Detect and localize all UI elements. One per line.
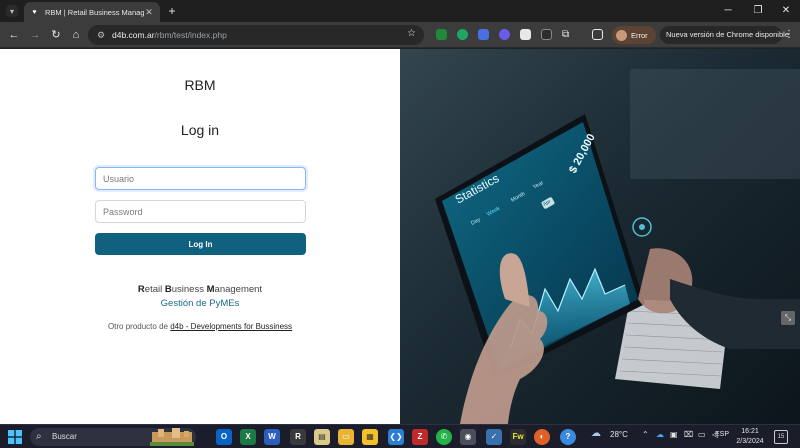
vscode-icon[interactable]: ❮❯ (388, 429, 404, 445)
minimize-icon[interactable]: ─ (716, 2, 740, 20)
scroll-to-top-icon[interactable]: ⤡ (781, 311, 795, 325)
tab-search-icon[interactable]: ▾ (6, 5, 18, 17)
help-icon[interactable]: ? (560, 429, 576, 445)
taskbar-search[interactable]: ⌕ Buscar (30, 428, 196, 446)
avatar (616, 29, 627, 41)
tab-close-icon[interactable]: ✕ (144, 7, 154, 18)
tagline-rbm: Retail Business Management (137, 284, 263, 295)
brand-title: RBM (184, 77, 216, 93)
extension-dark-icon[interactable] (541, 29, 552, 40)
weather-temp[interactable]: 28°C (610, 430, 628, 439)
whatsapp-icon[interactable]: ✆ (436, 429, 452, 445)
teams-icon[interactable]: ✓ (486, 429, 502, 445)
firefox-icon[interactable]: ◐ (534, 429, 550, 445)
tagline-pymes: Gestión de PyMEs (160, 298, 240, 309)
clock[interactable]: 16:21 2/3/2024 (732, 427, 768, 447)
restore-icon[interactable]: ❐ (746, 2, 770, 20)
usb-icon[interactable]: ⌧ (684, 430, 693, 439)
bookmark-star-icon[interactable]: ☆ (407, 28, 416, 39)
network-icon[interactable]: ▭ (698, 430, 706, 439)
notifications-icon[interactable]: 15 (774, 430, 788, 444)
reload-icon[interactable]: ↻ (48, 27, 64, 43)
extension-screen-icon[interactable] (478, 29, 489, 40)
new-tab-icon[interactable]: + (165, 3, 179, 19)
extension-shield-icon[interactable] (457, 29, 468, 40)
clock-time: 16:21 (741, 428, 759, 435)
password-input[interactable] (95, 200, 306, 223)
page-content: RBM Log in Log In Retail Business Manage… (0, 49, 800, 424)
extension-green-icon[interactable] (436, 29, 447, 40)
notes-icon[interactable]: ▤ (314, 429, 330, 445)
tray-box-icon[interactable]: ▣ (670, 430, 678, 439)
login-panel: RBM Log in Log In Retail Business Manage… (0, 49, 400, 424)
forward-icon[interactable]: → (27, 27, 43, 43)
extension-qr-icon[interactable] (520, 29, 531, 40)
excel-icon[interactable]: X (240, 429, 256, 445)
extensions-puzzle-icon[interactable]: ⧉ (562, 29, 573, 40)
home-icon[interactable]: ⌂ (68, 27, 84, 43)
hero-image: Statistics $ 20,000 Day Week Month Year … (400, 49, 800, 424)
login-button[interactable]: Log In (95, 233, 306, 255)
filezilla-icon[interactable]: Z (412, 429, 428, 445)
chrome-update-button[interactable]: Nueva versión de Chrome disponible (660, 26, 789, 44)
tab-rbm[interactable]: ♥ RBM | Retail Business Managem ✕ (24, 2, 160, 22)
fireworks-icon[interactable]: Fw (510, 429, 526, 445)
screen: ▾ ♥ RBM | Retail Business Managem ✕ + ─ … (0, 0, 800, 448)
word-icon[interactable]: W (264, 429, 280, 445)
search-highlight-castle-icon (150, 428, 194, 446)
windows-taskbar: ⌕ Buscar O X W R ▤ ▭ ▦ ❮❯ Z ✆ ◉ ✓ Fw ◐ ?… (0, 424, 800, 448)
menu-kebab-icon[interactable]: ⋮ (784, 26, 794, 44)
tab-strip: ▾ ♥ RBM | Retail Business Managem ✕ + ─ … (0, 0, 800, 22)
window-close-icon[interactable]: ✕ (774, 2, 798, 20)
weather-cloud-icon[interactable]: ☁ (591, 428, 601, 439)
extension-gear-icon[interactable] (499, 29, 510, 40)
d4b-link[interactable]: d4b - Developments for Bussiness (170, 322, 292, 331)
onedrive-icon[interactable]: ☁ (656, 430, 664, 439)
file-explorer-icon[interactable]: ▭ (338, 429, 354, 445)
username-input[interactable] (95, 167, 306, 190)
address-bar[interactable]: ⚙ d4b.com.ar/rbm/test/index.php ☆ (88, 25, 424, 45)
profile-status: Error (631, 30, 648, 40)
clock-date: 2/3/2024 (736, 438, 764, 445)
outlook-icon[interactable]: O (216, 429, 232, 445)
sticky-notes-icon[interactable]: ▦ (362, 429, 378, 445)
back-icon[interactable]: ← (6, 27, 22, 43)
chrome-icon[interactable]: ◉ (460, 429, 476, 445)
favicon-heart-icon: ♥ (32, 8, 37, 16)
browser-toolbar: ← → ↻ ⌂ ⚙ d4b.com.ar/rbm/test/index.php … (0, 22, 800, 48)
footer-note: Otro producto de d4b - Developments for … (107, 322, 293, 331)
language-indicator[interactable]: ESP (715, 431, 729, 438)
taskbar-search-label: Buscar (52, 432, 77, 441)
profile-button[interactable]: Error (612, 26, 656, 44)
page-title: Log in (180, 122, 220, 138)
hero-illustration: Statistics $ 20,000 Day Week Month Year … (400, 49, 800, 424)
windows-start-icon[interactable] (8, 430, 22, 444)
site-info-icon[interactable]: ⚙ (97, 30, 109, 41)
search-icon: ⌕ (36, 431, 42, 442)
url-text: d4b.com.ar/rbm/test/index.php (112, 30, 227, 40)
side-panel-icon[interactable] (592, 29, 603, 40)
rbm-app-icon[interactable]: R (290, 429, 306, 445)
tab-title: RBM | Retail Business Managem (45, 7, 144, 17)
tray-chevron-icon[interactable]: ⌃ (642, 430, 649, 439)
